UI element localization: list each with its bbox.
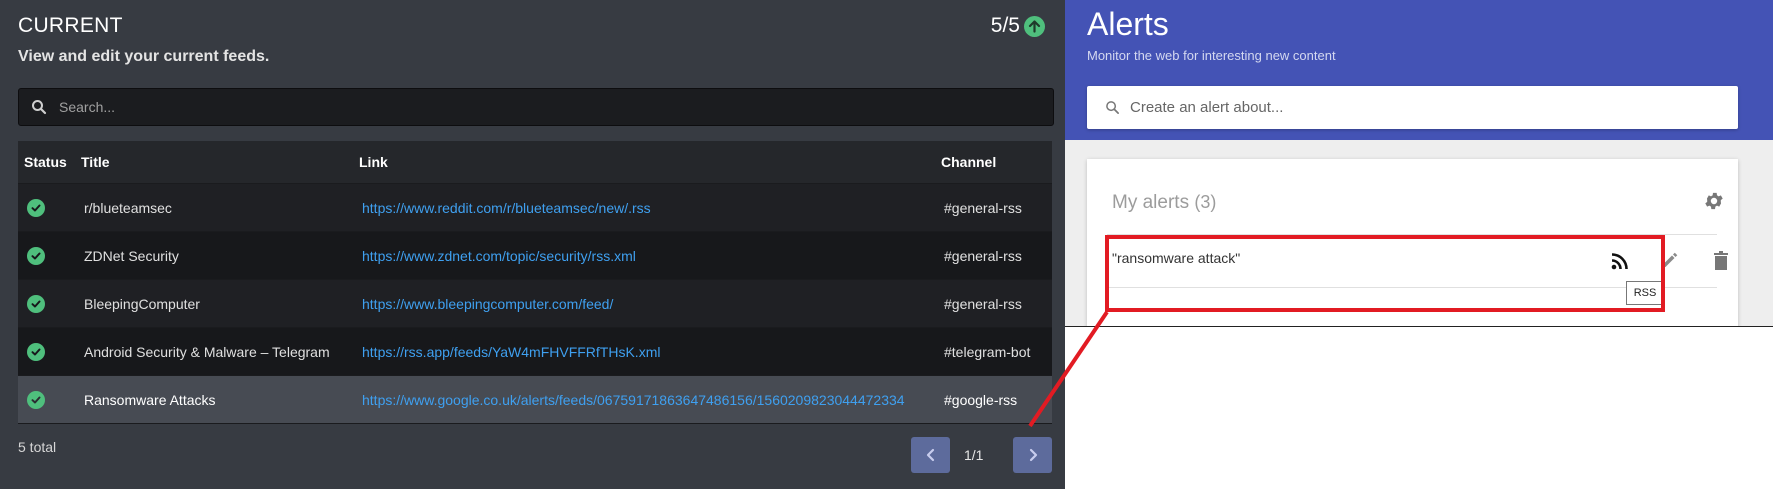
annotation-arrow — [1028, 310, 1109, 428]
